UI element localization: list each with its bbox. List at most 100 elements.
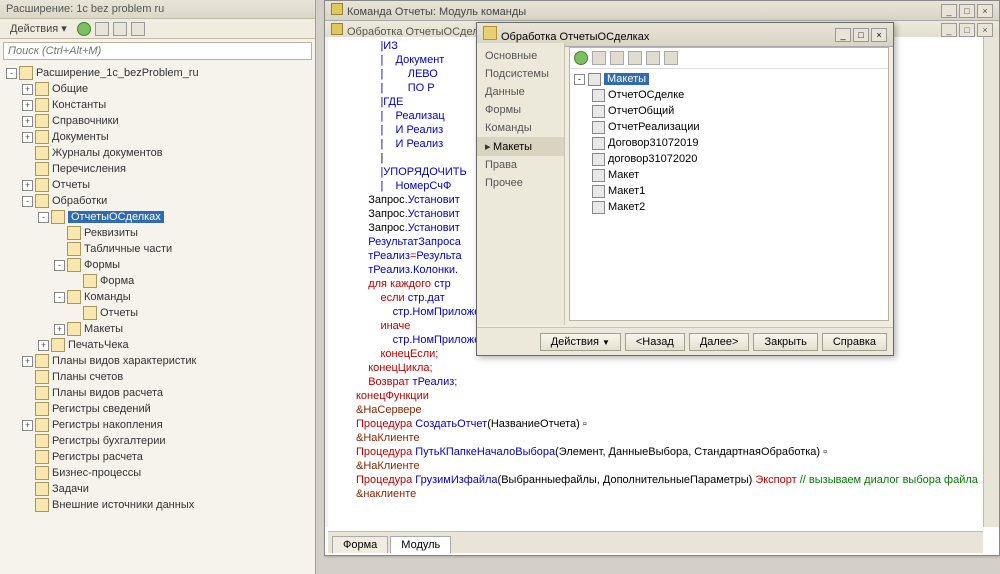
sidebar-tab[interactable]: ▸Макеты xyxy=(477,137,564,156)
list-item[interactable]: Макет1 xyxy=(574,183,884,199)
move-down-icon[interactable] xyxy=(646,51,660,65)
tree-item[interactable]: -Расширение_1c_bezProblem_ru xyxy=(2,65,315,81)
tree-item[interactable]: Журналы документов xyxy=(2,145,315,161)
minimize-button[interactable]: _ xyxy=(941,23,957,37)
code-line[interactable]: конецФункции xyxy=(356,389,983,403)
tree-item[interactable]: Планы видов расчета xyxy=(2,385,315,401)
metadata-tree[interactable]: -Расширение_1c_bezProblem_ru+Общие+Конст… xyxy=(0,63,315,567)
tree-item[interactable]: +Отчеты xyxy=(2,177,315,193)
code-line[interactable]: Возврат тРеализ; xyxy=(356,375,983,389)
tree-item[interactable]: +Справочники xyxy=(2,113,315,129)
sidebar-tab[interactable]: Права xyxy=(477,156,564,174)
tool-icon[interactable] xyxy=(113,22,127,36)
tree-item[interactable]: Отчеты xyxy=(2,305,315,321)
tree-item[interactable]: -Команды xyxy=(2,289,315,305)
add-icon[interactable] xyxy=(574,51,588,65)
tree-item[interactable]: Табличные части xyxy=(2,241,315,257)
back-button[interactable]: <Назад xyxy=(625,333,685,351)
help-button[interactable]: Справка xyxy=(822,333,887,351)
templates-list[interactable]: -МакетыОтчетОСделкеОтчетОбщийОтчетРеализ… xyxy=(570,69,888,320)
expand-icon[interactable]: + xyxy=(22,132,33,143)
list-root[interactable]: -Макеты xyxy=(574,71,884,87)
code-line[interactable]: &НаКлиенте xyxy=(356,459,983,473)
move-up-icon[interactable] xyxy=(628,51,642,65)
tree-item[interactable]: +Общие xyxy=(2,81,315,97)
minimize-button[interactable]: _ xyxy=(835,28,851,42)
tree-item[interactable]: +Планы видов характеристик xyxy=(2,353,315,369)
tree-item[interactable]: -ОтчетыОСделках xyxy=(2,209,315,225)
expand-icon[interactable]: + xyxy=(22,420,33,431)
sidebar-tab[interactable]: Формы xyxy=(477,101,564,119)
tree-item[interactable]: Регистры бухгалтерии xyxy=(2,433,315,449)
collapse-icon[interactable]: - xyxy=(6,68,17,79)
maximize-button[interactable]: □ xyxy=(959,4,975,18)
tree-item[interactable]: Бизнес-процессы xyxy=(2,465,315,481)
tree-item[interactable]: Реквизиты xyxy=(2,225,315,241)
tree-item[interactable]: +Константы xyxy=(2,97,315,113)
tab-module[interactable]: Модуль xyxy=(390,536,451,553)
search-input[interactable] xyxy=(3,42,312,60)
tree-item[interactable]: Регистры расчета xyxy=(2,449,315,465)
tree-item[interactable]: -Формы xyxy=(2,257,315,273)
list-item[interactable]: ОтчетОбщий xyxy=(574,103,884,119)
sidebar-tab[interactable]: Прочее xyxy=(477,174,564,192)
close-button[interactable]: Закрыть xyxy=(753,333,817,351)
list-item[interactable]: договор31072020 xyxy=(574,151,884,167)
collapse-icon[interactable]: - xyxy=(38,212,49,223)
tree-item[interactable]: Регистры сведений xyxy=(2,401,315,417)
code-line[interactable]: &НаСервере xyxy=(356,403,983,417)
expand-icon[interactable]: + xyxy=(22,180,33,191)
minimize-button[interactable]: _ xyxy=(941,4,957,18)
code-line[interactable]: Процедура СоздатьОтчет(НазваниеОтчета) ▫ xyxy=(356,417,983,431)
expand-icon[interactable]: + xyxy=(22,356,33,367)
list-item[interactable]: Договор31072019 xyxy=(574,135,884,151)
code-line[interactable]: &НаКлиенте xyxy=(356,431,983,445)
window-titlebar[interactable]: Команда Отчеты: Модуль команды _ □ × xyxy=(325,1,999,21)
code-line[interactable]: Процедура ПутьКПапкеНачалоВыбора(Элемент… xyxy=(356,445,983,459)
tab-form[interactable]: Форма xyxy=(332,536,388,553)
close-button[interactable]: × xyxy=(871,28,887,42)
tree-item[interactable]: +Регистры накопления xyxy=(2,417,315,433)
code-line[interactable]: &наклиенте xyxy=(356,487,983,501)
sidebar-tab[interactable]: Основные xyxy=(477,47,564,65)
list-item[interactable]: ОтчетРеализации xyxy=(574,119,884,135)
next-button[interactable]: Далее> xyxy=(689,333,750,351)
collapse-icon[interactable]: - xyxy=(54,292,65,303)
actions-button[interactable]: Действия▼ xyxy=(540,333,621,351)
tree-item[interactable]: +ПечатьЧека xyxy=(2,337,315,353)
tree-item[interactable]: -Обработки xyxy=(2,193,315,209)
tree-item[interactable]: Перечисления xyxy=(2,161,315,177)
collapse-icon[interactable]: - xyxy=(54,260,65,271)
collapse-icon[interactable]: - xyxy=(22,196,33,207)
list-item[interactable]: ОтчетОСделке xyxy=(574,87,884,103)
maximize-button[interactable]: □ xyxy=(959,23,975,37)
list-item[interactable]: Макет xyxy=(574,167,884,183)
collapse-icon[interactable]: - xyxy=(574,74,585,85)
sidebar-tab[interactable]: Команды xyxy=(477,119,564,137)
expand-icon[interactable]: + xyxy=(38,340,49,351)
tool-icon[interactable] xyxy=(95,22,109,36)
expand-icon[interactable]: + xyxy=(22,100,33,111)
actions-menu[interactable]: Действия ▾ xyxy=(4,21,73,36)
sidebar-tab[interactable]: Подсистемы xyxy=(477,65,564,83)
sidebar-tab[interactable]: Данные xyxy=(477,83,564,101)
vertical-scrollbar[interactable] xyxy=(983,37,999,527)
edit-icon[interactable] xyxy=(592,51,606,65)
expand-icon[interactable]: + xyxy=(22,84,33,95)
tree-item[interactable]: Внешние источники данных xyxy=(2,497,315,513)
maximize-button[interactable]: □ xyxy=(853,28,869,42)
tool-icon[interactable] xyxy=(131,22,145,36)
tree-item[interactable]: +Макеты xyxy=(2,321,315,337)
tree-item[interactable]: Задачи xyxy=(2,481,315,497)
tree-item[interactable]: +Документы xyxy=(2,129,315,145)
add-icon[interactable] xyxy=(77,22,91,36)
close-button[interactable]: × xyxy=(977,23,993,37)
expand-icon[interactable]: + xyxy=(54,324,65,335)
code-line[interactable]: конецЦикла; xyxy=(356,361,983,375)
tree-item[interactable]: Планы счетов xyxy=(2,369,315,385)
code-line[interactable]: Процедура ГрузимИзфайла(Выбранныефайлы, … xyxy=(356,473,983,487)
list-item[interactable]: Макет2 xyxy=(574,199,884,215)
sort-icon[interactable] xyxy=(664,51,678,65)
delete-icon[interactable] xyxy=(610,51,624,65)
tree-item[interactable]: Форма xyxy=(2,273,315,289)
